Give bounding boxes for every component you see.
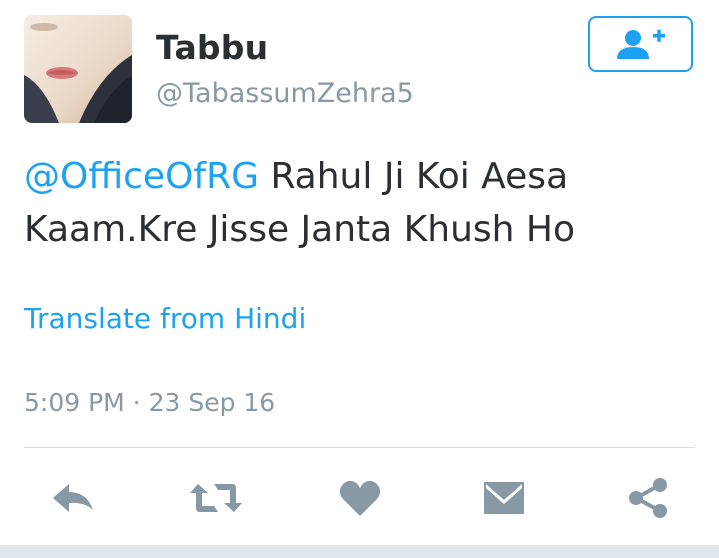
reply-button[interactable] (45, 470, 101, 526)
follow-user-plus-icon (616, 29, 665, 59)
translate-link[interactable]: Translate from Hindi (24, 302, 306, 335)
display-name[interactable]: Tabbu (156, 28, 268, 67)
action-bar (0, 470, 719, 526)
tweet-text-line2: Kaam.Kre Jisse Janta Khush Ho (24, 209, 576, 250)
like-button[interactable] (332, 470, 388, 526)
tweet-card: Tabbu @TabassumZehra5 @OfficeOfRG Rahul … (0, 0, 719, 558)
avatar-image (24, 15, 132, 123)
avatar[interactable] (24, 15, 132, 123)
share-button[interactable] (620, 470, 676, 526)
reply-icon (53, 484, 93, 512)
retweet-button[interactable] (188, 470, 244, 526)
like-heart-icon (339, 480, 381, 516)
share-icon (629, 478, 667, 518)
direct-message-icon (484, 482, 524, 514)
retweet-icon (190, 484, 242, 512)
direct-message-button[interactable] (476, 470, 532, 526)
user-handle[interactable]: @TabassumZehra5 (156, 78, 414, 109)
follow-button[interactable] (588, 16, 693, 72)
divider (24, 447, 695, 448)
tweet-text-line1: Rahul Ji Koi Aesa (259, 156, 569, 197)
mention-link[interactable]: @OfficeOfRG (24, 156, 259, 197)
tweet-timestamp: 5:09 PM · 23 Sep 16 (24, 388, 276, 417)
tweet-text: @OfficeOfRG Rahul Ji Koi Aesa Kaam.Kre Ji… (24, 150, 704, 256)
bottom-strip (0, 545, 719, 558)
